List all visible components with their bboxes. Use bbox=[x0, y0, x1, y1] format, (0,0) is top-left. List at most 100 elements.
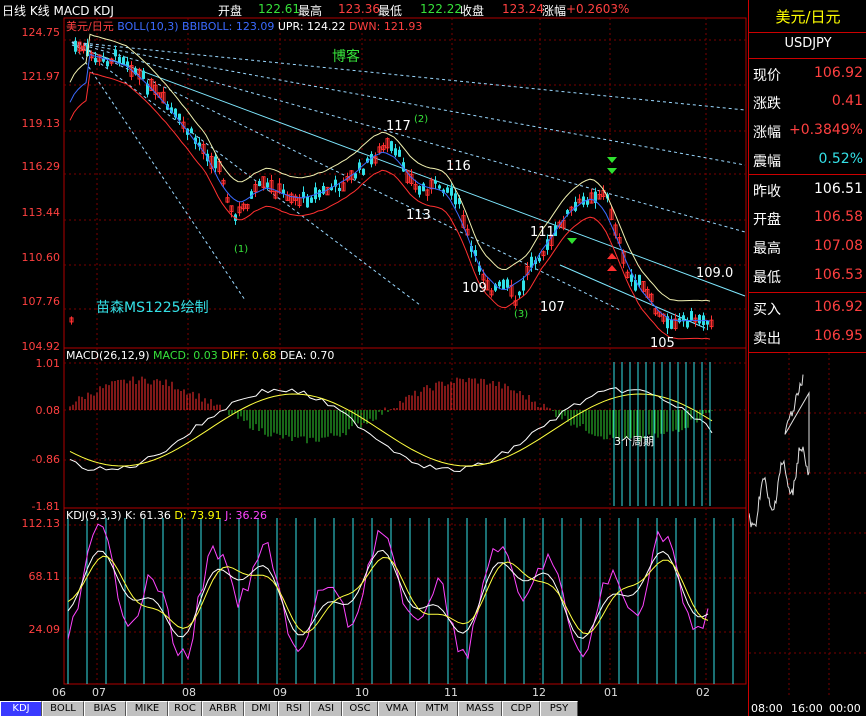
quote-row-change-pct: 涨幅 +0.3849% bbox=[753, 119, 863, 143]
quote-value: +0.3849% bbox=[788, 122, 863, 138]
candle-body bbox=[686, 320, 689, 328]
candle-body bbox=[630, 274, 633, 282]
tab-psy[interactable]: PSY bbox=[540, 701, 578, 716]
y-tick: 112.13 bbox=[21, 517, 61, 530]
candle-body bbox=[390, 141, 393, 151]
tab-vma[interactable]: VMA bbox=[378, 701, 416, 716]
candle-body bbox=[318, 190, 321, 198]
tab-roc[interactable]: ROC bbox=[168, 701, 202, 716]
quote-value: 106.53 bbox=[814, 267, 863, 283]
candle-body bbox=[538, 257, 541, 262]
candle-body bbox=[266, 182, 269, 188]
quote-row-price: 现价 106.92 bbox=[753, 62, 863, 86]
macd-value: MACD: 0.03 bbox=[153, 349, 218, 362]
main-legend: 美元/日元 BOLL(10,3) BBIBOLL: 123.09 UPR: 12… bbox=[66, 18, 422, 34]
y-tick: 107.76 bbox=[21, 295, 61, 308]
d-value: D: 73.91 bbox=[174, 509, 222, 522]
candle-body bbox=[258, 181, 261, 187]
tab-boll[interactable]: BOLL bbox=[42, 701, 84, 716]
tab-osc[interactable]: OSC bbox=[342, 701, 378, 716]
tab-kdj[interactable]: KDJ bbox=[0, 701, 42, 716]
candle-body bbox=[518, 291, 521, 296]
tab-bias[interactable]: BIAS bbox=[84, 701, 126, 716]
candle-body bbox=[706, 320, 709, 325]
candle-body bbox=[310, 197, 313, 203]
wave-label: 113 bbox=[406, 208, 431, 223]
quote-panel: 美元/日元 USDJPY 现价 106.92 涨跌 0.41 涨幅 +0.384… bbox=[748, 0, 866, 716]
author-note: 苗森MS1225绘制 bbox=[96, 300, 209, 316]
quote-row-change: 涨跌 0.41 bbox=[753, 90, 863, 114]
diff-value: DIFF: 0.68 bbox=[221, 349, 277, 362]
quote-row-low: 最低 106.53 bbox=[753, 264, 863, 288]
x-tick: 08 bbox=[182, 686, 196, 699]
j-value: J: 36.26 bbox=[225, 509, 268, 522]
quote-pair: 美元/日元 bbox=[775, 8, 841, 26]
y-tick: 0.08 bbox=[35, 404, 61, 417]
kdj-legend: KDJ(9,3,3) K: 61.36 D: 73.91 J: 36.26 bbox=[66, 509, 267, 522]
candle-body bbox=[502, 279, 505, 289]
j-line bbox=[67, 523, 709, 661]
y-tick: 113.44 bbox=[21, 206, 61, 219]
y-tick: 110.60 bbox=[21, 251, 61, 264]
tab-cdp[interactable]: CDP bbox=[502, 701, 540, 716]
wave-label: 105 bbox=[650, 336, 675, 351]
quote-value: 0.52% bbox=[818, 151, 863, 167]
quote-value: 106.92 bbox=[814, 299, 863, 315]
candle-body bbox=[362, 168, 365, 175]
dea-value: DEA: 0.70 bbox=[279, 349, 335, 362]
candle-body bbox=[142, 70, 145, 79]
wave-label: 111 bbox=[530, 225, 555, 240]
candle-body bbox=[190, 128, 193, 134]
boll-mid-line bbox=[69, 53, 711, 322]
quote-row-prev-close: 昨收 106.51 bbox=[753, 178, 863, 202]
tab-mtm[interactable]: MTM bbox=[416, 701, 458, 716]
candle-body bbox=[122, 57, 125, 65]
quote-value: 0.41 bbox=[831, 93, 863, 109]
wave-label: 117 bbox=[386, 119, 411, 134]
tab-mike[interactable]: MIKE bbox=[126, 701, 168, 716]
y-tick: 116.29 bbox=[21, 160, 61, 173]
quote-row-bid: 买入 106.92 bbox=[753, 296, 863, 320]
boll-legend: BOLL(10,3) BBIBOLL: 123.09 bbox=[117, 20, 275, 33]
tab-rsi[interactable]: RSI bbox=[278, 701, 310, 716]
quote-label: 最高 bbox=[753, 241, 781, 257]
pair-name: 美元/日元 bbox=[66, 20, 114, 33]
quote-row-high: 最高 107.08 bbox=[753, 235, 863, 259]
wave-label: 109 bbox=[462, 281, 487, 296]
quote-value: 106.92 bbox=[814, 65, 863, 81]
quote-value: 106.58 bbox=[814, 209, 863, 225]
candle-body bbox=[446, 187, 449, 193]
k-value: K: 61.36 bbox=[125, 509, 171, 522]
tab-mass[interactable]: MASS bbox=[458, 701, 502, 716]
kdj-name: KDJ(9,3,3) bbox=[66, 509, 122, 522]
quote-label: 买入 bbox=[753, 302, 781, 318]
y-tick: -0.86 bbox=[31, 453, 60, 466]
candle-body bbox=[214, 156, 217, 169]
arrow-down-icon bbox=[607, 168, 617, 174]
candle-body bbox=[698, 314, 701, 324]
tab-asi[interactable]: ASI bbox=[310, 701, 342, 716]
candle-body bbox=[438, 185, 441, 189]
quote-title-box: 美元/日元 bbox=[749, 0, 866, 33]
quote-label: 开盘 bbox=[753, 212, 781, 228]
time-label: 08:00 bbox=[751, 702, 783, 715]
candle-body bbox=[338, 187, 341, 192]
candle-body bbox=[450, 187, 453, 196]
candle-body bbox=[394, 148, 397, 156]
quote-label: 震幅 bbox=[753, 154, 781, 170]
quote-value: 107.08 bbox=[814, 238, 863, 254]
quote-label: 涨跌 bbox=[753, 96, 781, 112]
candle-body bbox=[498, 281, 501, 287]
quote-label: 卖出 bbox=[753, 331, 781, 347]
candle-body bbox=[670, 319, 673, 329]
tab-dmi[interactable]: DMI bbox=[244, 701, 278, 716]
wave-label: (3) bbox=[514, 309, 529, 320]
wave-label: 107 bbox=[540, 300, 565, 315]
x-tick: 09 bbox=[273, 686, 287, 699]
candle-body bbox=[398, 149, 401, 157]
candle-body bbox=[306, 196, 309, 208]
tab-arbr[interactable]: ARBR bbox=[202, 701, 244, 716]
candle-body bbox=[114, 49, 117, 57]
cycle-note: 3个周期 bbox=[614, 435, 654, 448]
intraday-mini-chart[interactable] bbox=[749, 353, 866, 698]
